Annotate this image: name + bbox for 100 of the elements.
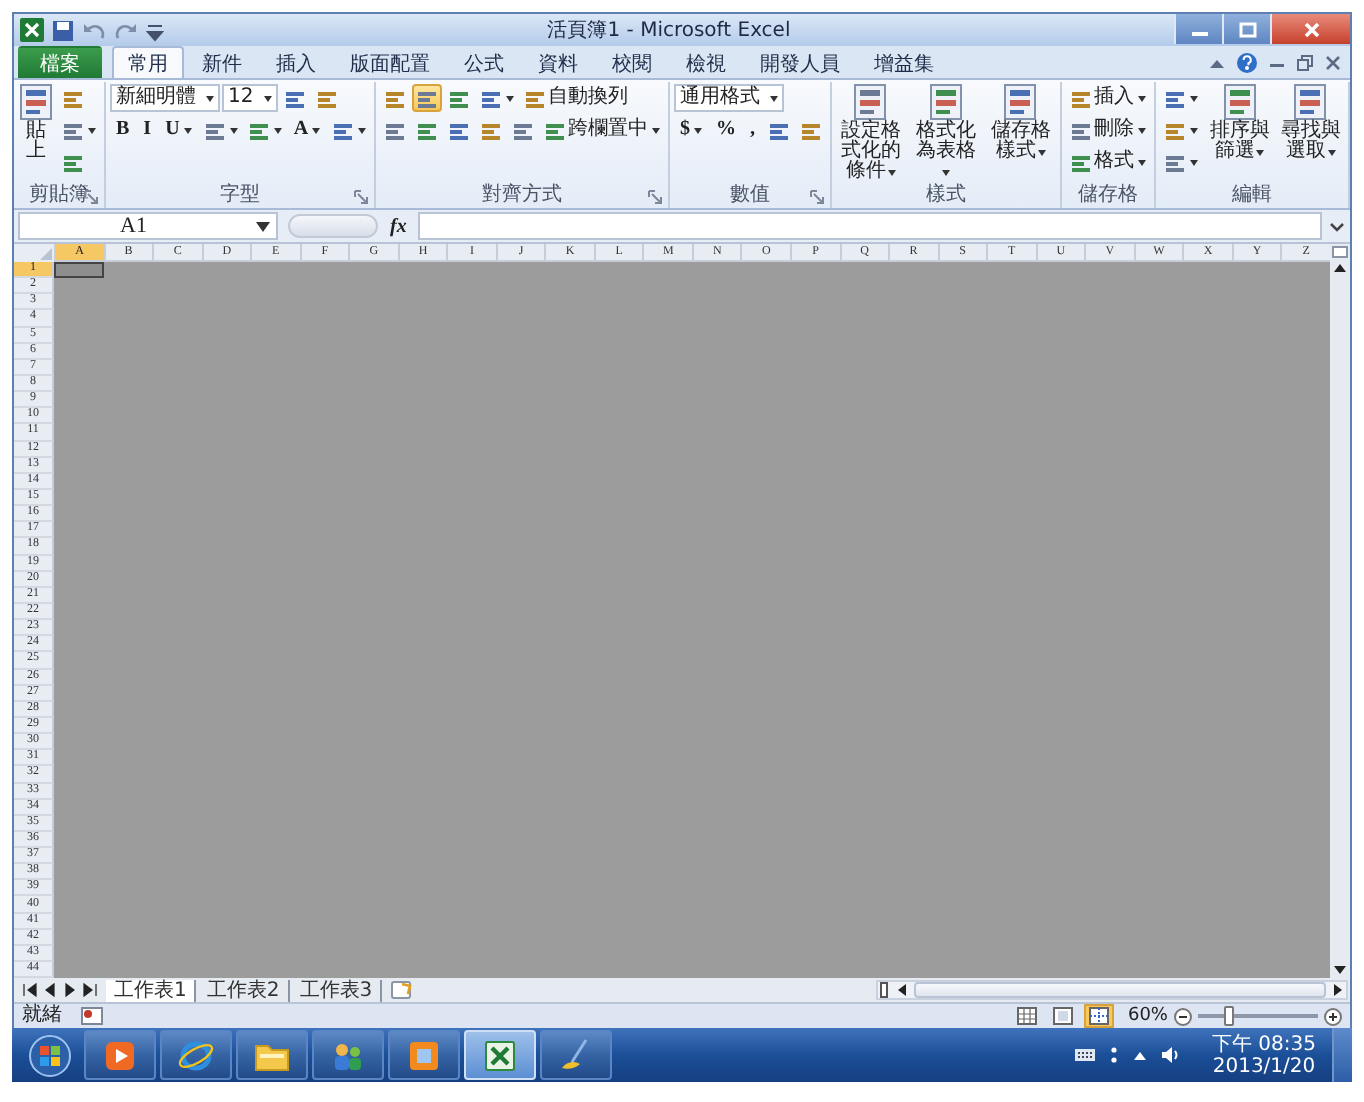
ribbon-tab[interactable]: 開發人員 (744, 46, 856, 78)
taskbar-button[interactable] (388, 1030, 460, 1080)
toolbar-icon (524, 87, 547, 109)
undo-icon (82, 19, 106, 41)
toolbar-button[interactable]: 設定格式化的條件 (835, 82, 907, 184)
ribbon-tab[interactable]: 公式 (448, 46, 520, 78)
toolbar-icon (332, 119, 355, 141)
ribbon-tab[interactable]: 資料 (522, 46, 594, 78)
zoom-in-button[interactable] (1324, 1007, 1342, 1025)
taskbar-button[interactable] (540, 1030, 612, 1080)
name-box[interactable]: A1 (18, 212, 278, 240)
large-toolbar-icon (929, 84, 962, 120)
close-icon (1324, 53, 1342, 71)
toolbar-icon (416, 119, 439, 141)
ribbon-tab[interactable]: 檢視 (670, 46, 742, 78)
large-toolbar-icon (1004, 84, 1037, 120)
group-label: 儲存格 (1078, 186, 1139, 206)
ribbon-tab[interactable]: 新件 (186, 46, 258, 78)
spreadsheet-icon (480, 1035, 520, 1075)
save-icon (52, 19, 74, 41)
taskbar-button[interactable] (312, 1030, 384, 1080)
zoom-level-label: 60% (1127, 1006, 1168, 1026)
toolbar-button[interactable]: 跨欄置中 (540, 116, 665, 144)
sheet-tab[interactable]: 工作表1 (106, 979, 197, 1001)
toolbar-icon (203, 119, 226, 141)
minimize-button[interactable] (1174, 14, 1222, 44)
toolbar-button[interactable]: 自動換列 (520, 84, 633, 112)
close-button[interactable] (1270, 14, 1350, 44)
toolbar-icon (480, 119, 503, 141)
file-tab[interactable]: 檔案 (18, 46, 102, 78)
toolbar-icon (62, 151, 84, 173)
view-button[interactable] (1047, 1004, 1078, 1028)
ribbon-tab[interactable]: 常用 (112, 46, 184, 78)
toolbar-button[interactable]: B (110, 116, 136, 144)
view-button[interactable] (1011, 1004, 1042, 1028)
group-label: 數值 (729, 186, 770, 206)
ribbon-tab[interactable]: 增益集 (858, 46, 950, 78)
toolbar-icon (283, 87, 306, 109)
toolbar-button[interactable]: 插入 (1066, 84, 1151, 112)
toolbar-icon (384, 119, 407, 141)
horizontal-scrollbar[interactable] (876, 980, 1348, 1000)
toolbar-button[interactable]: 格式化為表格 (910, 82, 982, 184)
taskbar-button[interactable] (236, 1030, 308, 1080)
formula-splitter-handle[interactable] (288, 214, 378, 238)
active-cell[interactable] (54, 262, 104, 279)
scroll-thumb[interactable] (914, 982, 1326, 998)
large-toolbar-icon (1223, 84, 1256, 120)
view-button[interactable] (1083, 1004, 1114, 1028)
toolbar-button[interactable] (412, 84, 443, 112)
toolbar-button[interactable]: % (710, 116, 743, 144)
toolbar-icon (799, 119, 822, 141)
slider-thumb[interactable] (1224, 1006, 1234, 1026)
group-label: 字型 (220, 186, 261, 206)
clock-time: 下午 08:35 (1212, 1033, 1316, 1055)
zoom-out-button[interactable] (1174, 1007, 1192, 1025)
help-icon (1236, 51, 1258, 73)
volume-icon (1160, 1046, 1180, 1064)
toolbar-button[interactable]: 尋找與選取 (1277, 82, 1344, 164)
toolbar-icon (767, 119, 790, 141)
show-hidden-icons-icon (1132, 1047, 1148, 1063)
keyboard-icon (1074, 1046, 1096, 1064)
toolbar-button[interactable]: U (159, 116, 198, 144)
network-icon (1108, 1046, 1120, 1064)
dropdown-field[interactable]: 12 (222, 84, 278, 112)
toolbar-icon (1070, 87, 1093, 109)
large-toolbar-icon (20, 84, 52, 120)
previous-sheet-icon (42, 982, 58, 998)
toolbar-icon (62, 87, 84, 109)
ribbon-tab[interactable]: 插入 (260, 46, 332, 78)
toolbar-button[interactable]: 格式 (1066, 148, 1151, 176)
toolbar-button[interactable]: 儲存格樣式 (985, 82, 1057, 164)
toolbar-icon (480, 87, 503, 109)
toolbar-icon (384, 87, 407, 109)
maximize-icon (1237, 21, 1257, 37)
toolbar-button[interactable]: 排序與篩選 (1206, 82, 1274, 164)
scroll-up-icon (1332, 260, 1348, 274)
toolbar-button[interactable]: 刪除 (1066, 116, 1151, 144)
ribbon-tab[interactable]: 版面配置 (334, 46, 446, 78)
dropdown-field[interactable]: 通用格式 (674, 84, 785, 112)
taskbar-button[interactable] (160, 1030, 232, 1080)
toolbar-button[interactable]: 貼上 (18, 82, 54, 164)
maximize-button[interactable] (1222, 14, 1270, 44)
ribbon-tab[interactable]: 校閱 (596, 46, 668, 78)
first-sheet-icon (22, 982, 38, 998)
customize-caret-icon (146, 19, 164, 41)
toolbar-button[interactable]: , (744, 116, 762, 144)
formula-field[interactable] (418, 212, 1322, 240)
restore-icon (1296, 53, 1314, 71)
select-all-corner-icon (40, 248, 52, 260)
taskbar-button[interactable] (84, 1030, 156, 1080)
vertical-scrollbar[interactable] (1330, 244, 1350, 978)
insert-function-button[interactable]: fx (384, 215, 413, 237)
toolbar-button[interactable]: A (287, 116, 327, 144)
toolbar-icon (315, 87, 338, 109)
toolbar-button[interactable]: I (137, 116, 158, 144)
dropdown-field[interactable]: 新細明體 (110, 84, 220, 112)
toolbar-button[interactable]: $ (674, 116, 709, 144)
next-sheet-icon (62, 982, 78, 998)
toolbar-icon (247, 119, 270, 141)
toolbar-icon (1070, 119, 1093, 141)
